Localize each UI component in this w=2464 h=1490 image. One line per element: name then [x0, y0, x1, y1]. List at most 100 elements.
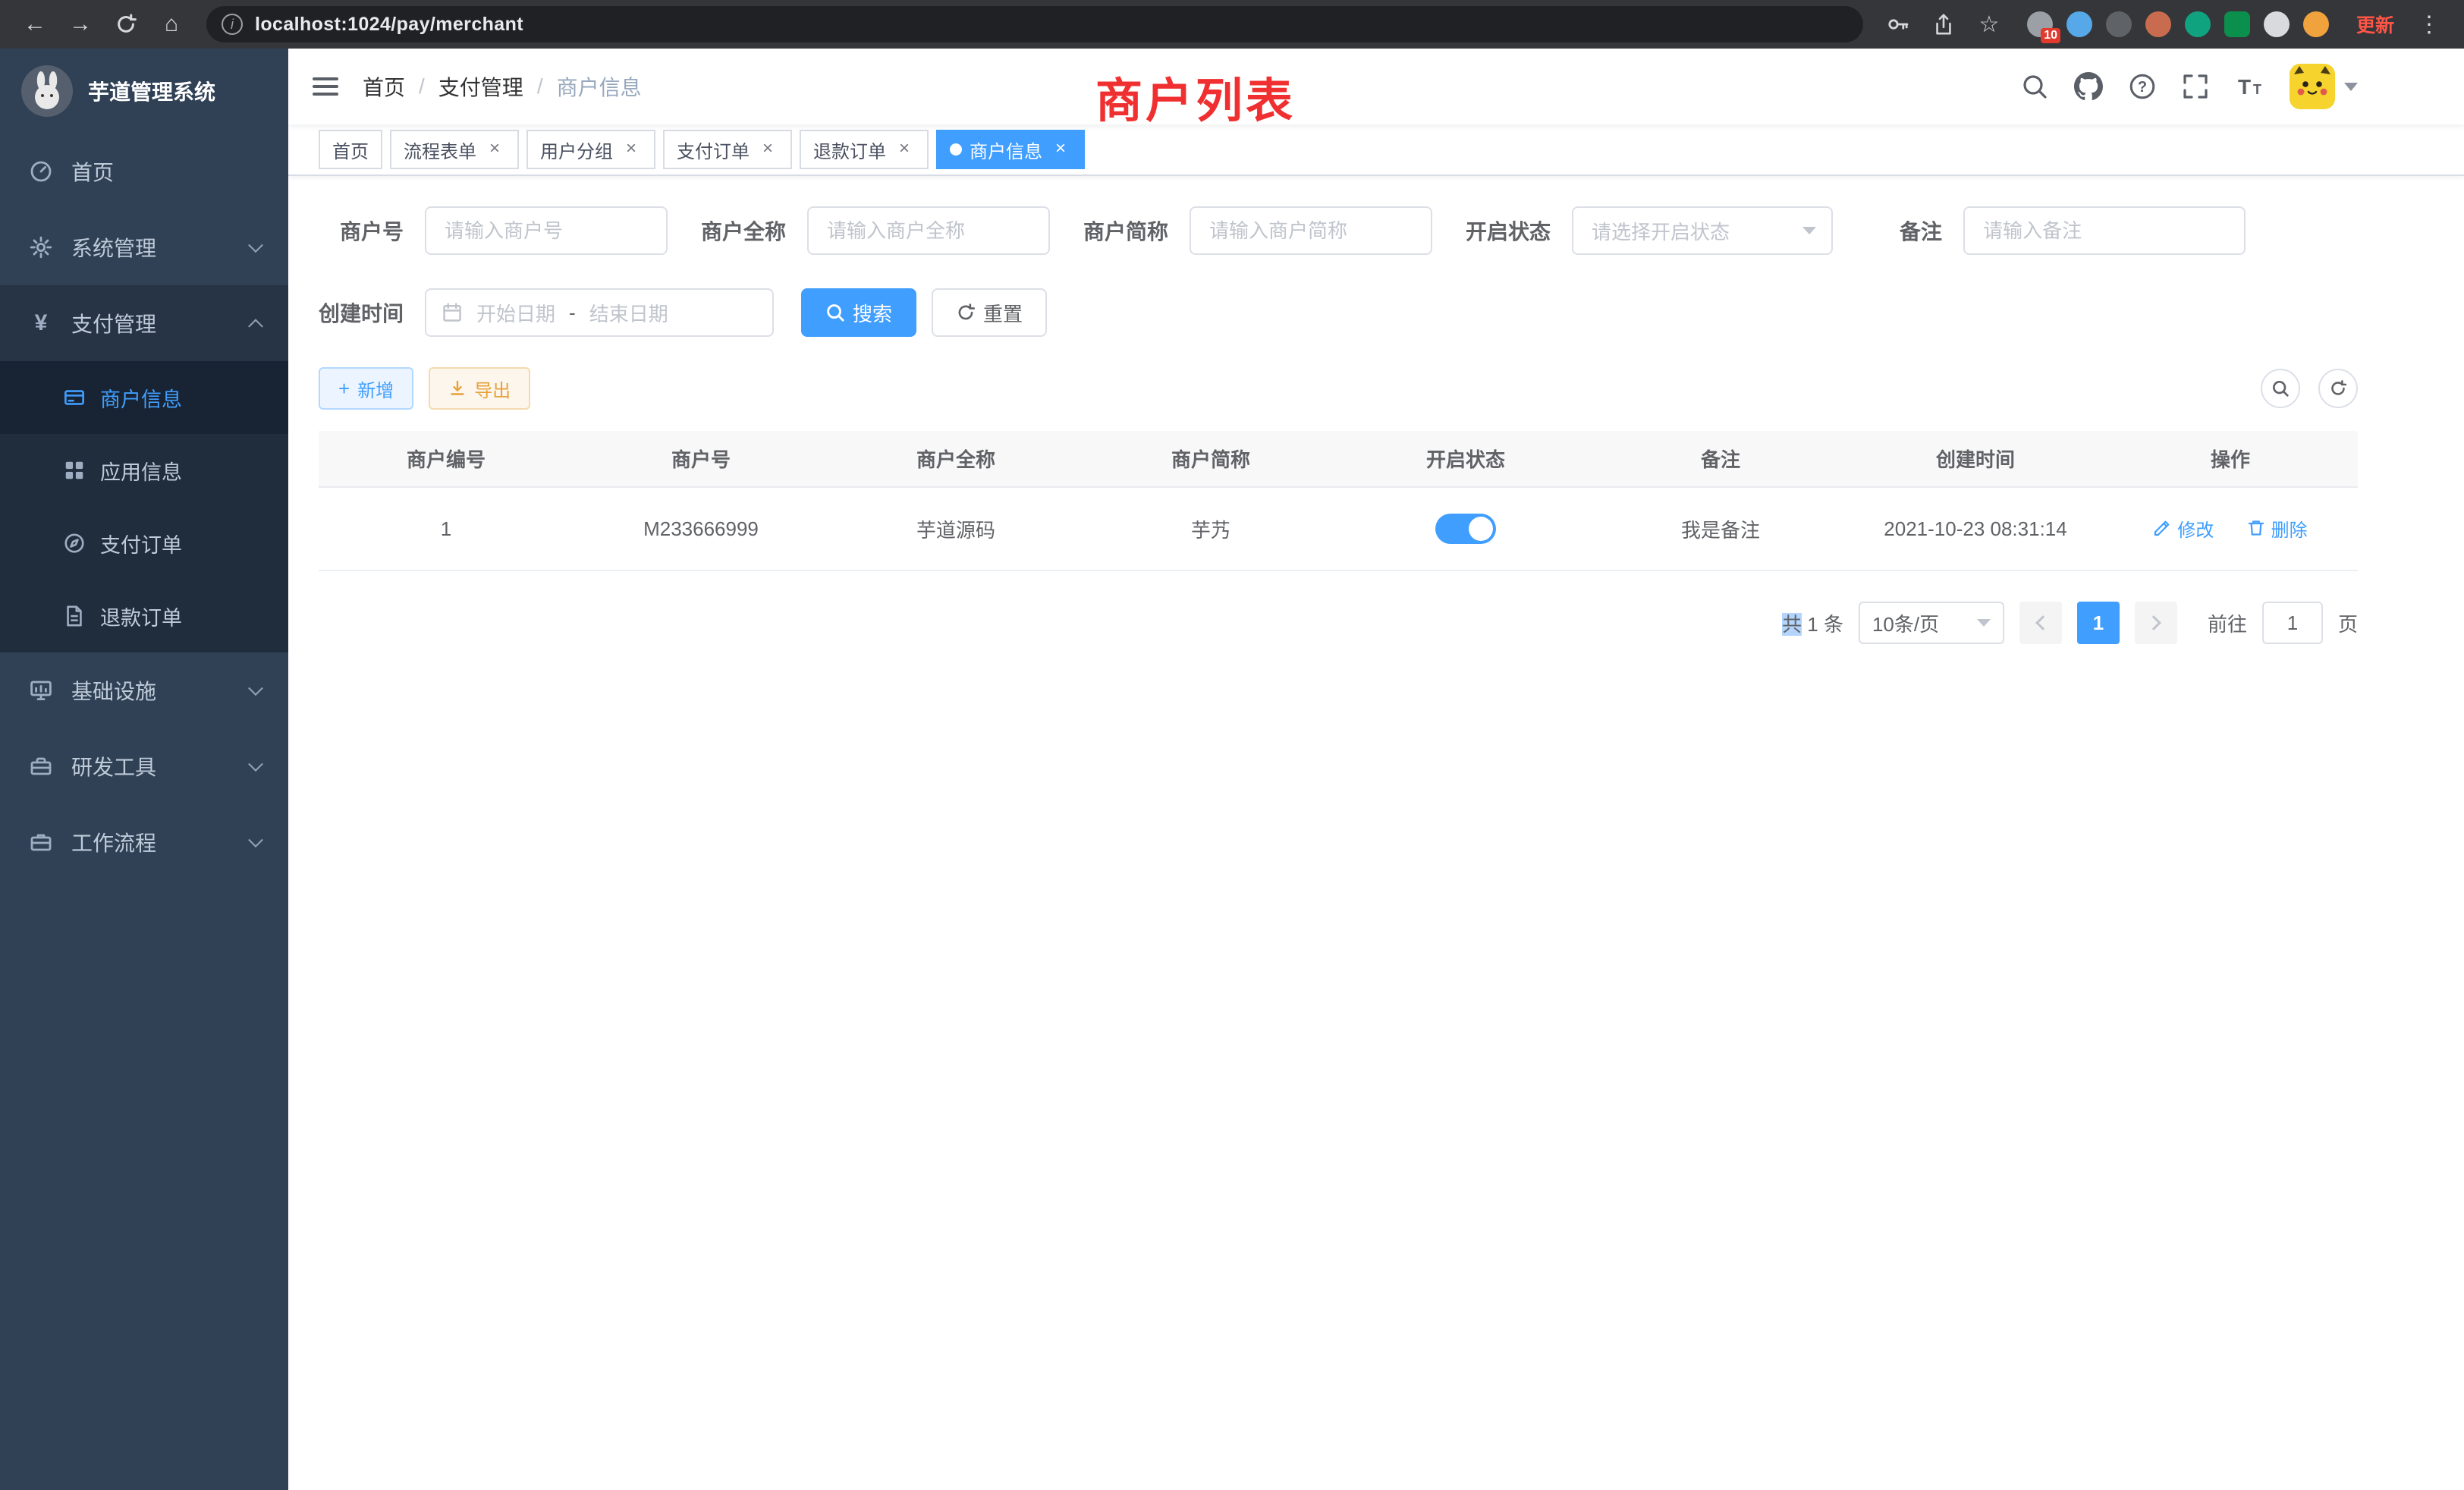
merchant-table: 商户编号 商户号 商户全称 商户简称 开启状态 备注 创建时间 操作 1: [319, 431, 2358, 571]
cell-create-time: 2021-10-23 08:31:14: [1848, 487, 2103, 571]
app-logo[interactable]: 芋道管理系统: [0, 49, 288, 134]
browser-update-button[interactable]: 更新: [2356, 11, 2394, 38]
tab-label: 首页: [332, 137, 369, 163]
sidebar-item-app-info[interactable]: 应用信息: [0, 434, 288, 507]
col-header-id: 商户编号: [319, 431, 574, 487]
merchant-no-input[interactable]: [425, 206, 668, 255]
browser-menu-icon[interactable]: ⋮: [2409, 5, 2449, 44]
status-label: 开启状态: [1466, 215, 1551, 246]
search-icon[interactable]: [2021, 73, 2048, 100]
refresh-icon: [2329, 379, 2347, 398]
toggle-search-button[interactable]: [2261, 369, 2300, 408]
tags-view: 首页 流程表单 × 用户分组 × 支付订单 × 退款订单 ×: [288, 124, 2464, 176]
full-name-input[interactable]: [807, 206, 1050, 255]
annotation-overlay: 商户列表: [1095, 62, 1296, 130]
fullscreen-icon[interactable]: [2182, 73, 2209, 100]
back-icon[interactable]: ←: [15, 5, 55, 44]
password-key-icon[interactable]: [1878, 5, 1918, 44]
short-name-input[interactable]: [1190, 206, 1432, 255]
col-header-status: 开启状态: [1338, 431, 1593, 487]
status-toggle[interactable]: [1435, 514, 1496, 544]
hamburger-icon[interactable]: [313, 77, 338, 96]
sidebar-item-system[interactable]: 系统管理: [0, 209, 288, 285]
user-avatar[interactable]: [2290, 64, 2358, 109]
extension-icon-gray[interactable]: [2106, 11, 2132, 37]
tab-merchant-info[interactable]: 商户信息 ×: [936, 130, 1085, 169]
close-icon[interactable]: ×: [1050, 139, 1071, 160]
reset-button[interactable]: 重置: [932, 288, 1047, 337]
extension-avatar-icon[interactable]: [2145, 11, 2171, 37]
close-icon[interactable]: ×: [621, 139, 642, 160]
extension-icon-green-square[interactable]: [2224, 11, 2250, 37]
tab-refund-orders[interactable]: 退款订单 ×: [800, 130, 929, 169]
tab-user-group[interactable]: 用户分组 ×: [526, 130, 655, 169]
close-icon[interactable]: ×: [484, 139, 505, 160]
home-icon[interactable]: ⌂: [152, 5, 191, 44]
search-button[interactable]: 搜索: [801, 288, 916, 337]
cell-merchant-no: M233666999: [574, 487, 828, 571]
share-icon[interactable]: [1924, 5, 1963, 44]
add-button[interactable]: + 新增: [319, 367, 413, 410]
sidebar-item-infrastructure[interactable]: 基础设施: [0, 652, 288, 728]
breadcrumb-home[interactable]: 首页: [363, 71, 405, 102]
search-icon: [825, 303, 845, 322]
close-icon[interactable]: ×: [757, 139, 778, 160]
sidebar-item-merchant-info[interactable]: 商户信息: [0, 361, 288, 434]
export-button[interactable]: 导出: [429, 367, 530, 410]
site-info-icon[interactable]: i: [222, 14, 243, 35]
tab-label: 用户分组: [540, 137, 613, 163]
close-icon[interactable]: ×: [894, 139, 915, 160]
font-size-icon[interactable]: TT: [2235, 73, 2264, 100]
github-icon[interactable]: [2074, 72, 2103, 101]
short-name-label: 商户简称: [1083, 215, 1168, 246]
current-page-button[interactable]: 1: [2077, 602, 2120, 644]
tab-process-form[interactable]: 流程表单 ×: [390, 130, 519, 169]
pagination: 共 1 条 10条/页 1 前往 页: [319, 602, 2358, 644]
status-select-placeholder: 请选择开启状态: [1592, 217, 1730, 245]
url-text: localhost:1024/pay/merchant: [255, 14, 523, 36]
next-page-button[interactable]: [2135, 602, 2177, 644]
refresh-table-button[interactable]: [2318, 369, 2358, 408]
breadcrumb-section[interactable]: 支付管理: [438, 71, 523, 102]
bookmark-star-icon[interactable]: ☆: [1969, 5, 2009, 44]
forward-icon[interactable]: →: [61, 5, 100, 44]
svg-text:T: T: [2238, 75, 2251, 99]
table-header-row: 商户编号 商户号 商户全称 商户简称 开启状态 备注 创建时间 操作: [319, 431, 2358, 487]
sidebar-item-payment[interactable]: ¥ 支付管理: [0, 285, 288, 361]
col-header-short-name: 商户简称: [1083, 431, 1338, 487]
cell-id: 1: [319, 487, 574, 571]
delete-button[interactable]: 删除: [2247, 515, 2308, 542]
extension-icon-blue[interactable]: [2066, 11, 2092, 37]
cell-actions: 修改 删除: [2103, 487, 2358, 571]
chevron-down-icon: [248, 237, 263, 253]
col-header-merchant-no: 商户号: [574, 431, 828, 487]
address-bar[interactable]: i localhost:1024/pay/merchant: [206, 6, 1863, 42]
help-icon[interactable]: ?: [2129, 73, 2156, 100]
extension-icon-green-circle[interactable]: [2185, 11, 2211, 37]
sidebar-item-home[interactable]: 首页: [0, 134, 288, 209]
extension-profile-icon[interactable]: [2303, 11, 2329, 37]
prev-page-button[interactable]: [2019, 602, 2062, 644]
create-time-range-picker[interactable]: 开始日期 - 结束日期: [425, 288, 774, 337]
full-name-label: 商户全称: [701, 215, 786, 246]
edit-button[interactable]: 修改: [2153, 515, 2214, 542]
remark-input[interactable]: [1963, 206, 2246, 255]
cell-status: [1338, 487, 1593, 571]
sidebar-item-pay-orders[interactable]: 支付订单: [0, 507, 288, 580]
main-area: 首页 / 支付管理 / 商户信息 ?: [288, 49, 2464, 1490]
tab-pay-orders[interactable]: 支付订单 ×: [663, 130, 792, 169]
sidebar-item-dev-tools[interactable]: 研发工具: [0, 728, 288, 804]
card-icon: [61, 386, 88, 409]
trash-icon: [2247, 519, 2265, 537]
extension-puzzle-icon[interactable]: 10: [2027, 11, 2053, 37]
tab-label: 退款订单: [813, 137, 886, 163]
tab-home[interactable]: 首页: [319, 130, 382, 169]
page-size-select[interactable]: 10条/页: [1859, 602, 2004, 644]
remark-label: 备注: [1900, 215, 1942, 246]
extension-icon-knot[interactable]: [2264, 11, 2290, 37]
sidebar-item-workflow[interactable]: 工作流程: [0, 804, 288, 880]
goto-page-input[interactable]: [2262, 602, 2323, 644]
reload-icon[interactable]: [106, 5, 146, 44]
status-select[interactable]: 请选择开启状态: [1572, 206, 1833, 255]
sidebar-item-refund-orders[interactable]: 退款订单: [0, 580, 288, 652]
